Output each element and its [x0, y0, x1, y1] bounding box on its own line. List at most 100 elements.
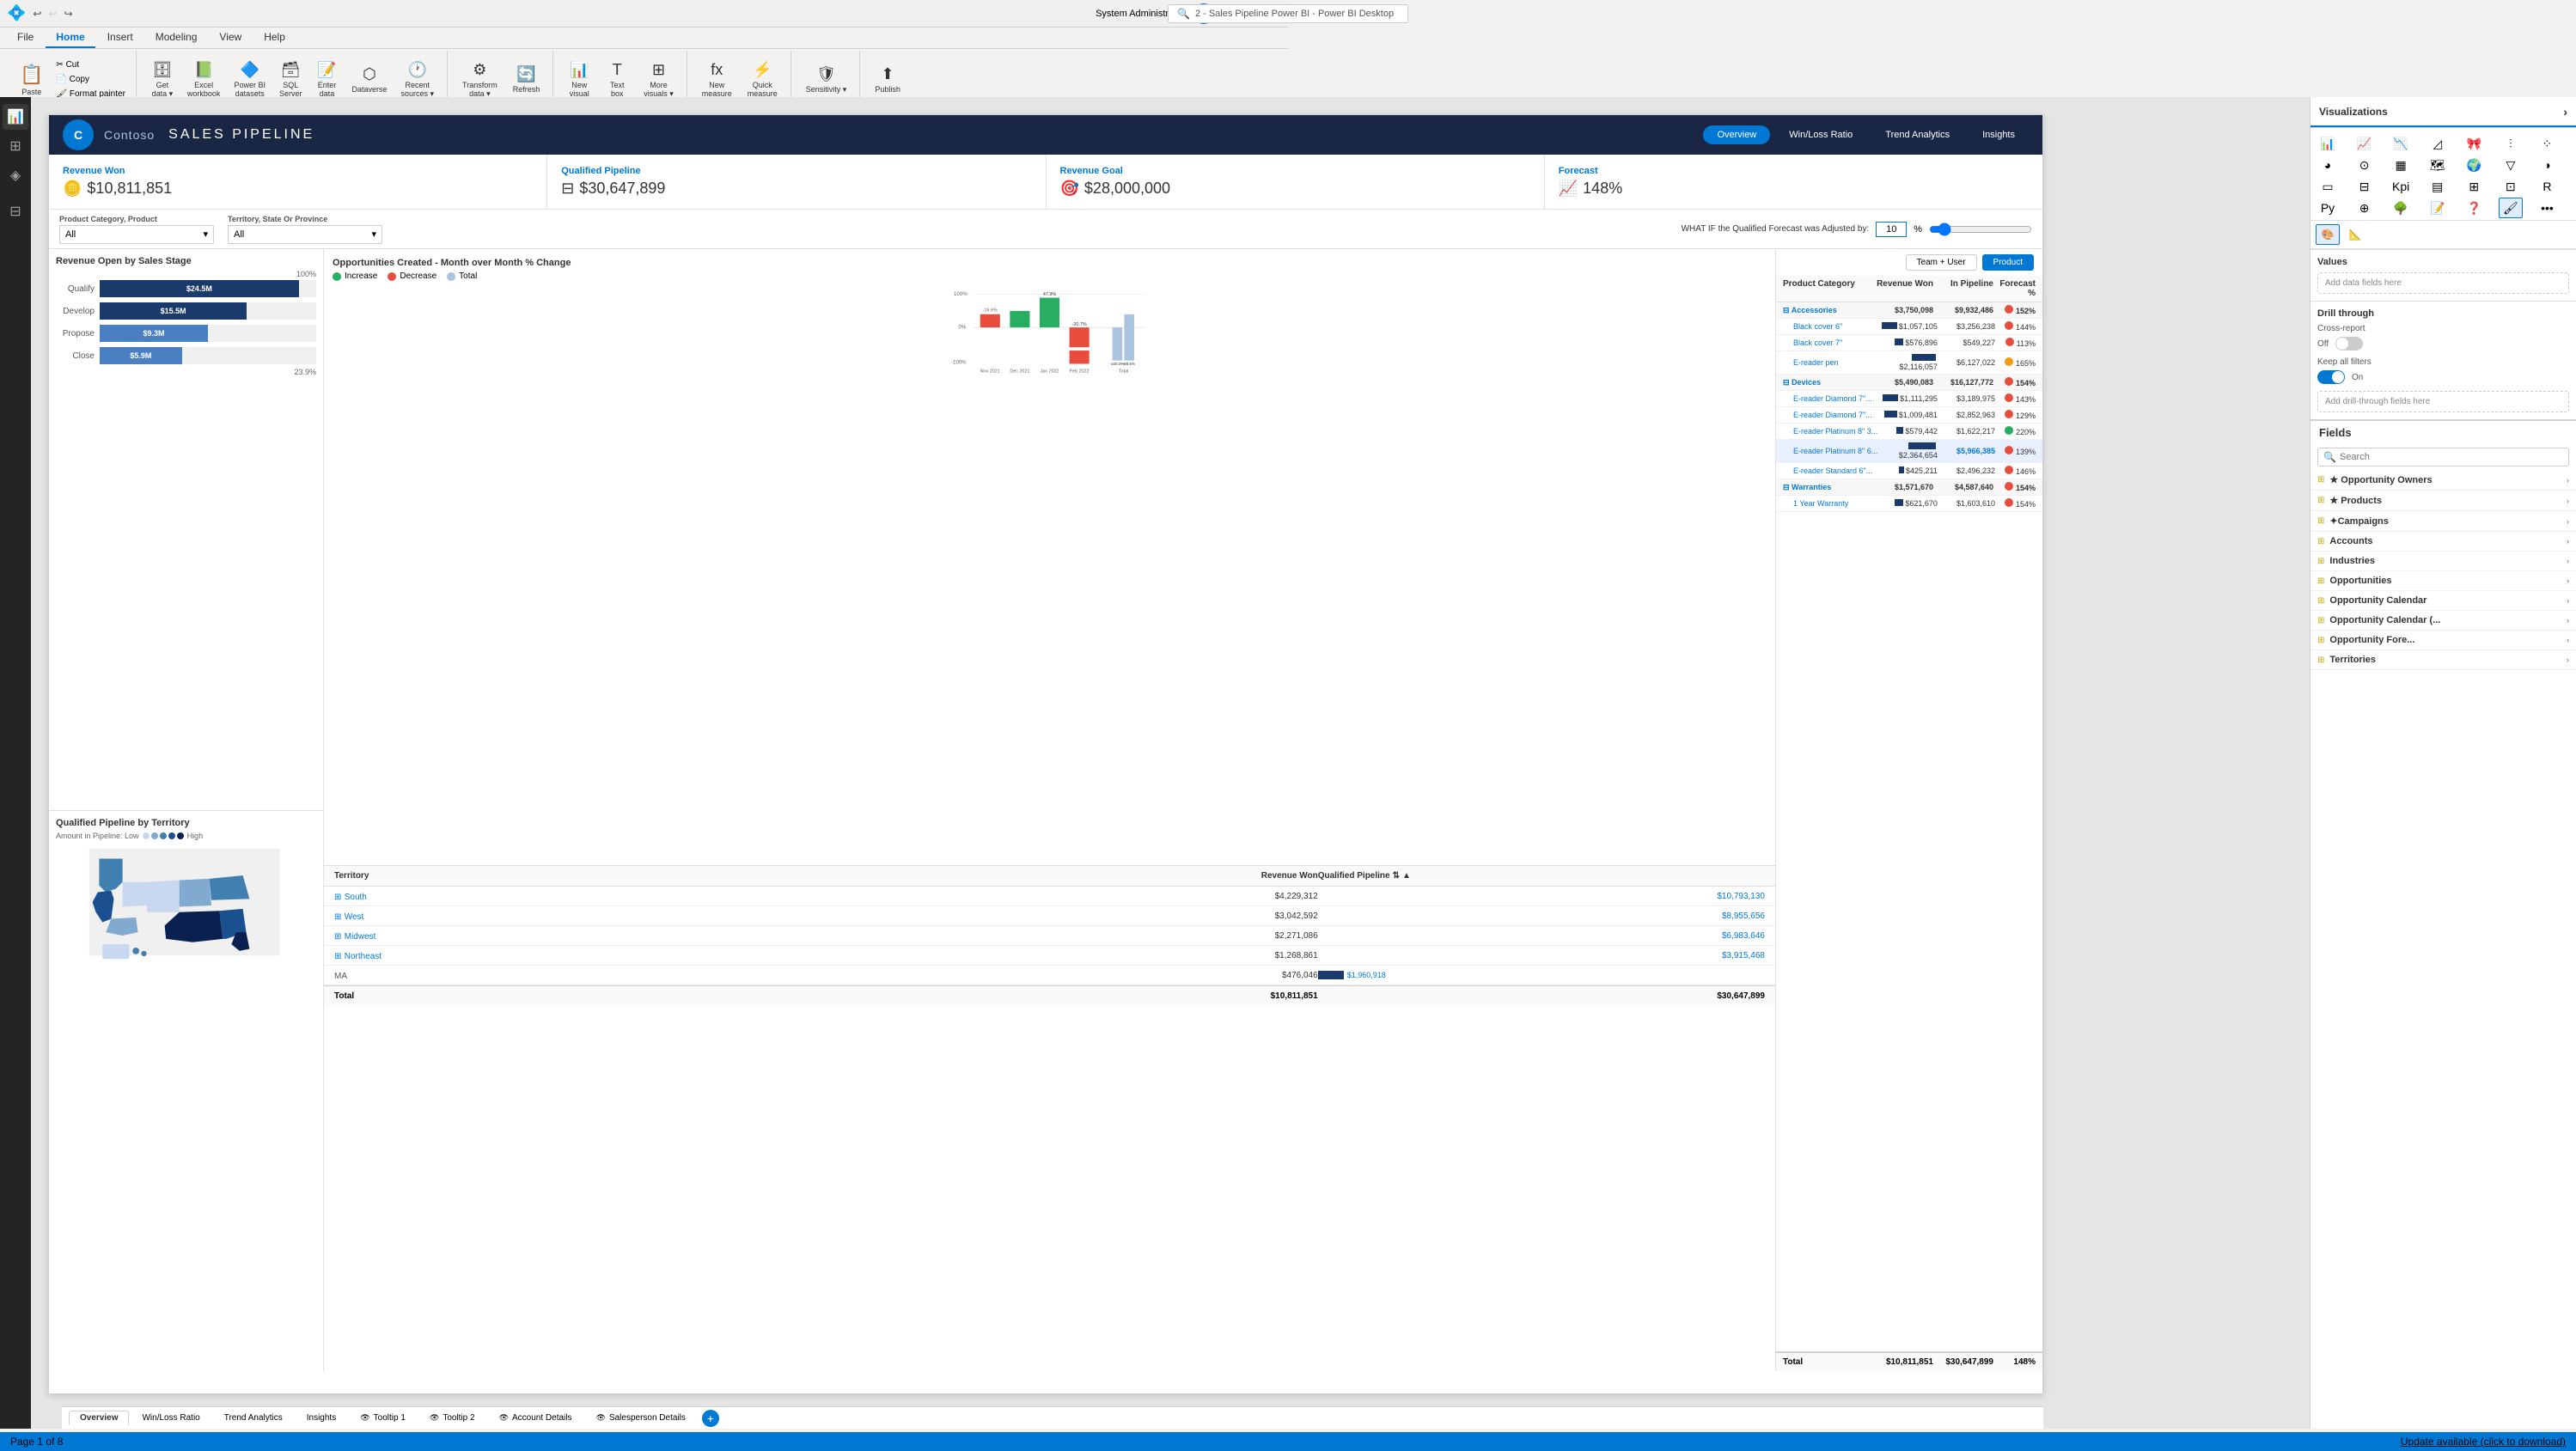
page-tab-winloss[interactable]: Win/Loss Ratio — [131, 1411, 211, 1425]
viz-python[interactable]: Py — [2316, 198, 2340, 218]
category-warranties[interactable]: ⊟ Warranties $1,571,670 $4,587,640 154% — [1776, 479, 2042, 496]
update-info[interactable]: Update available (click to download) — [2401, 1436, 2566, 1448]
page-tab-salesperson[interactable]: 👁 Salesperson Details — [585, 1411, 697, 1425]
add-drillthrough-field[interactable]: Add drill-through fields here — [2317, 391, 2569, 412]
page-tab-account[interactable]: 👁 Account Details — [488, 1411, 583, 1425]
page-tab-overview[interactable]: Overview — [69, 1411, 129, 1425]
keep-filters-switch[interactable] — [2317, 370, 2345, 384]
viz-gauge[interactable]: ◑ — [2535, 155, 2559, 175]
fields-search-input[interactable] — [2340, 452, 2563, 462]
filter-product-select[interactable]: All ▾ — [59, 225, 214, 244]
page-tab-insights[interactable]: Insights — [296, 1411, 347, 1425]
viz-treemap[interactable]: ▦ — [2389, 155, 2413, 175]
sidebar-dax-query[interactable]: ⊟ — [3, 198, 28, 224]
tab-help[interactable]: Help — [253, 27, 296, 48]
viz-filled-map[interactable]: 🌍 — [2462, 155, 2486, 175]
viz-format-icon[interactable]: 🖌 — [2499, 198, 2523, 218]
item-erp8-3[interactable]: E-reader Platinum 8" 3... $579,442 $1,62… — [1776, 424, 2042, 440]
item-ereader-pen[interactable]: E-reader pen $2,116,057 $6,127,022 165% — [1776, 351, 2042, 375]
toggle-team-user[interactable]: Team + User — [1906, 254, 1977, 271]
nav-insights[interactable]: Insights — [1969, 125, 2029, 144]
cross-report-switch[interactable] — [2335, 337, 2363, 351]
viz-qa[interactable]: ❓ — [2462, 198, 2486, 218]
viz-table[interactable]: ⊞ — [2462, 176, 2486, 197]
tab-modeling[interactable]: Modeling — [145, 27, 208, 48]
nav-overview[interactable]: Overview — [1703, 125, 1770, 144]
viz-column-chart[interactable]: 📈 — [2353, 133, 2377, 154]
viz-bar-chart[interactable]: 📊 — [2316, 133, 2340, 154]
analytics-btn[interactable]: 📐 — [2343, 224, 2367, 245]
nav-trend[interactable]: Trend Analytics — [1871, 125, 1963, 144]
viz-expand-icon[interactable]: › — [2563, 105, 2567, 119]
sidebar-table-view[interactable]: ⊞ — [3, 133, 28, 159]
tab-file[interactable]: File — [7, 27, 44, 48]
category-accessories[interactable]: ⊟ Accessories $3,750,098 $9,932,486 152% — [1776, 302, 2042, 319]
copy-btn[interactable]: 📄 Copy — [52, 73, 129, 86]
viz-kpi[interactable]: Kpi — [2389, 176, 2413, 197]
viz-more[interactable]: ••• — [2535, 198, 2559, 218]
field-group-header-opp-owners[interactable]: ⊞ ★ Opportunity Owners › — [2310, 470, 2576, 490]
territory-row-south[interactable]: ⊞ South $4,229,312 $10,793,130 — [324, 887, 1775, 906]
field-group-header-opp-fore[interactable]: ⊞ Opportunity Fore... › — [2310, 631, 2576, 649]
sidebar-model-view[interactable]: ◈ — [3, 162, 28, 188]
sidebar-report-view[interactable]: 📊 — [3, 104, 28, 130]
filter-territory-select[interactable]: All ▾ — [228, 225, 382, 244]
item-erp8-6[interactable]: E-reader Platinum 8" 6... $2,364,654 $5,… — [1776, 440, 2042, 463]
tab-view[interactable]: View — [209, 27, 252, 48]
territory-row-northeast[interactable]: ⊞ Northeast $1,268,861 $3,915,468 — [324, 946, 1775, 966]
territory-row-west[interactable]: ⊞ West $3,042,592 $8,955,656 — [324, 906, 1775, 926]
viz-map[interactable]: 🗺 — [2426, 155, 2450, 175]
item-black-cover-6[interactable]: Black cover 6" $1,057,105 $3,256,238 144… — [1776, 319, 2042, 335]
item-erd7-1[interactable]: E-reader Diamond 7"... $1,111,295 $3,189… — [1776, 391, 2042, 407]
viz-multirow[interactable]: ⊟ — [2353, 176, 2377, 197]
viz-pie[interactable]: ◕ — [2316, 155, 2340, 175]
viz-ribbon-chart[interactable]: 🎀 — [2462, 133, 2486, 154]
item-erd7-2[interactable]: E-reader Diamond 7"... $1,009,481 $2,852… — [1776, 407, 2042, 424]
field-group-header-campaigns[interactable]: ⊞ ✦Campaigns › — [2310, 511, 2576, 531]
page-tab-tooltip1[interactable]: 👁 Tooltip 1 — [349, 1411, 417, 1425]
category-devices[interactable]: ⊟ Devices $5,490,083 $16,127,772 154% — [1776, 375, 2042, 391]
territory-row-ma[interactable]: MA $476,046 $1,960,918 — [324, 966, 1775, 985]
field-group-header-opp-cal2[interactable]: ⊞ Opportunity Calendar (... › — [2310, 611, 2576, 630]
viz-smart-narrative[interactable]: 📝 — [2426, 198, 2450, 218]
item-black-cover-7[interactable]: Black cover 7" $576,896 $549,227 113% — [1776, 335, 2042, 351]
viz-slicer[interactable]: ▤ — [2426, 176, 2450, 197]
paste-btn[interactable]: 📋 Paste — [14, 59, 49, 101]
viz-r-visual[interactable]: R — [2535, 176, 2559, 197]
viz-key-influencers[interactable]: ⊕ — [2353, 198, 2377, 218]
tab-home[interactable]: Home — [46, 27, 95, 48]
viz-area-chart[interactable]: ◿ — [2426, 133, 2450, 154]
viz-scatter[interactable]: ⁘ — [2535, 133, 2559, 154]
tab-visualizations[interactable]: Visualizations › — [2310, 97, 2576, 127]
add-values-field[interactable]: Add data fields here — [2317, 272, 2569, 294]
whatif-input[interactable] — [1876, 222, 1907, 237]
fields-search-container[interactable]: 🔍 — [2317, 448, 2569, 466]
viz-card[interactable]: ▭ — [2316, 176, 2340, 197]
page-tab-trend[interactable]: Trend Analytics — [213, 1411, 294, 1425]
format-btn[interactable]: 🎨 — [2316, 224, 2340, 245]
field-group-header-opportunities[interactable]: ⊞ Opportunities › — [2310, 571, 2576, 590]
item-warranty-1[interactable]: 1 Year Warranty $621,670 $1,603,610 154% — [1776, 496, 2042, 512]
nav-winloss[interactable]: Win/Loss Ratio — [1775, 125, 1866, 144]
viz-decomp-tree[interactable]: 🌳 — [2389, 198, 2413, 218]
field-group-header-accounts[interactable]: ⊞ Accounts › — [2310, 532, 2576, 551]
cut-btn[interactable]: ✂ Cut — [52, 58, 129, 71]
viz-funnel[interactable]: ▽ — [2499, 155, 2523, 175]
viz-waterfall-chart[interactable]: ⫶ — [2499, 133, 2523, 154]
viz-donut[interactable]: ⊙ — [2353, 155, 2377, 175]
field-group-header-industries[interactable]: ⊞ Industries › — [2310, 552, 2576, 570]
add-page-btn[interactable]: + — [702, 1410, 719, 1427]
whatif-slider[interactable] — [1929, 223, 2032, 236]
field-group-header-products[interactable]: ⊞ ★ Products › — [2310, 491, 2576, 510]
title-search[interactable]: 🔍 2 - Sales Pipeline Power BI - Power BI… — [1168, 4, 1408, 23]
viz-matrix[interactable]: ⊡ — [2499, 176, 2523, 197]
field-group-header-opp-cal[interactable]: ⊞ Opportunity Calendar › — [2310, 591, 2576, 610]
tab-insert[interactable]: Insert — [97, 27, 143, 48]
territory-row-midwest[interactable]: ⊞ Midwest $2,271,086 $6,983,646 — [324, 926, 1775, 946]
undo-btn[interactable]: ↩ — [33, 8, 41, 20]
page-tab-tooltip2[interactable]: 👁 Tooltip 2 — [418, 1411, 486, 1425]
redo-btn[interactable]: ↪ — [64, 8, 73, 20]
viz-line-chart[interactable]: 📉 — [2389, 133, 2413, 154]
item-ers6[interactable]: E-reader Standard 6"... $425,211 $2,496,… — [1776, 463, 2042, 479]
scroll-indicator[interactable]: ▲ — [1402, 871, 1411, 881]
